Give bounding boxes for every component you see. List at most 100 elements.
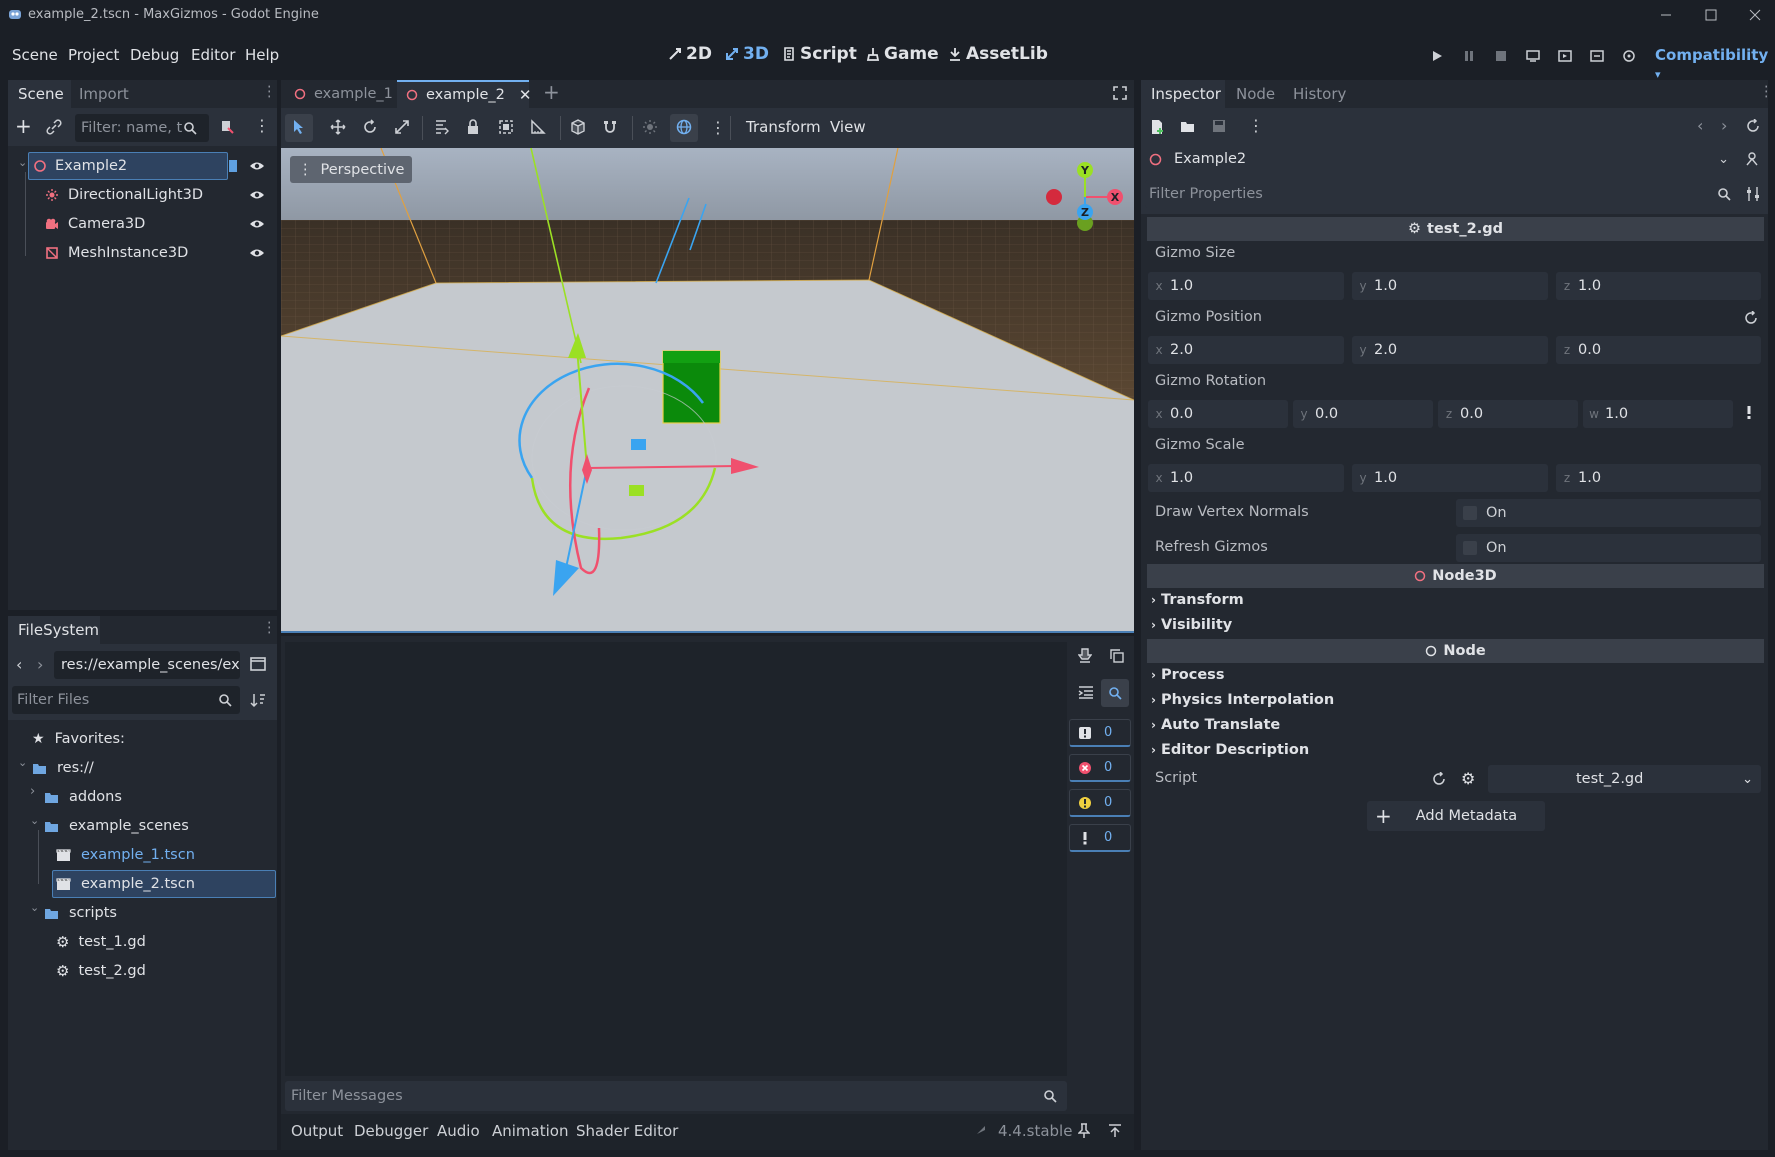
folder-addons[interactable]: addons — [44, 784, 122, 810]
group-auto-translate[interactable]: › Auto Translate — [1151, 717, 1280, 733]
stop-icon[interactable] — [1489, 46, 1513, 66]
gizmo-position-z[interactable]: z 0.0 — [1556, 336, 1761, 364]
forward-icon[interactable]: › — [37, 655, 43, 674]
folder-res[interactable]: res:// — [32, 755, 94, 781]
instantiate-script-icon[interactable] — [219, 119, 235, 135]
group-icon[interactable] — [498, 119, 514, 135]
group-physics-interpolation[interactable]: › Physics Interpolation — [1151, 692, 1334, 708]
draw-vertex-normals-checkbox[interactable] — [1463, 506, 1477, 520]
bottom-tab-audio[interactable]: Audio — [437, 1122, 480, 1140]
movie-maker-icon[interactable] — [1617, 46, 1641, 66]
sun-preview-icon[interactable] — [642, 119, 658, 135]
snap-icon[interactable] — [602, 119, 618, 135]
gizmo-scale-x[interactable]: x 1.0 — [1148, 464, 1344, 492]
file-example-2[interactable]: example_2.tscn — [56, 871, 195, 897]
script-attached-icon[interactable] — [227, 158, 241, 174]
sort-icon[interactable] — [250, 692, 266, 708]
dock-menu-icon[interactable]: ⋮ — [1759, 84, 1774, 100]
back-icon[interactable]: ‹ — [16, 655, 22, 674]
info-icon[interactable] — [1746, 406, 1752, 420]
menu-project[interactable]: Project — [68, 46, 119, 64]
history-forward-icon[interactable]: › — [1721, 116, 1727, 135]
tab-3d[interactable]: 3D — [725, 44, 769, 64]
expand-arrow-icon[interactable]: › — [30, 784, 35, 799]
collapse-arrow-icon[interactable]: ⌄ — [18, 756, 27, 769]
collapse-arrow-icon[interactable]: ⌄ — [30, 814, 39, 827]
bottom-tab-output[interactable]: Output — [291, 1122, 343, 1140]
tree-item-meshinstance3d[interactable]: MeshInstance3D — [45, 240, 188, 266]
filter-properties-input[interactable]: Filter Properties — [1145, 180, 1741, 208]
section-node3d[interactable]: Node3D — [1147, 564, 1764, 588]
gizmo-rotation-w[interactable]: w 1.0 — [1583, 400, 1733, 428]
tab-node[interactable]: Node — [1236, 85, 1275, 103]
perspective-menu[interactable]: ⋮ Perspective — [290, 156, 413, 183]
renderer-select[interactable]: Compatibility ▾ — [1655, 46, 1775, 82]
editor-tab-example-1[interactable]: example_1 — [286, 80, 396, 108]
save-icon[interactable] — [1212, 119, 1226, 133]
visibility-eye-icon[interactable] — [248, 246, 266, 260]
file-test-2[interactable]: ⚙ test_2.gd — [56, 958, 146, 984]
filter-messages-input[interactable]: Filter Messages — [285, 1081, 1067, 1111]
close-tab-icon[interactable]: ✕ — [519, 86, 532, 104]
tab-scene[interactable]: Scene — [18, 85, 64, 103]
viewport-3d[interactable]: Y X Z ⋮ Perspective — [281, 148, 1134, 632]
inspector-more-icon[interactable]: ⋮ — [1248, 116, 1264, 135]
gizmo-size-x[interactable]: x 1.0 — [1148, 272, 1344, 300]
file-example-1[interactable]: example_1.tscn — [56, 842, 195, 868]
favorites-row[interactable]: ★ Favorites: — [32, 726, 125, 752]
list-select-icon[interactable] — [434, 119, 450, 135]
gizmo-size-z[interactable]: z 1.0 — [1556, 272, 1761, 300]
copy-icon[interactable] — [1109, 648, 1125, 664]
open-folder-icon[interactable] — [1180, 120, 1196, 134]
folder-example-scenes[interactable]: example_scenes — [44, 813, 189, 839]
tree-item-example2[interactable]: Example2 — [33, 153, 127, 179]
bottom-tab-shader-editor[interactable]: Shader Editor — [576, 1122, 678, 1140]
visibility-eye-icon[interactable] — [248, 217, 266, 231]
tab-filesystem[interactable]: FileSystem — [18, 621, 99, 639]
tab-2d[interactable]: 2D — [668, 44, 712, 64]
remote-debug-icon[interactable] — [1521, 46, 1545, 66]
section-node[interactable]: Node — [1147, 639, 1764, 663]
filesystem-path-input[interactable]: res://example_scenes/exa — [54, 651, 240, 679]
group-process[interactable]: › Process — [1151, 667, 1224, 683]
filesystem-filter-input[interactable]: Filter Files — [12, 686, 240, 714]
lock-icon[interactable] — [466, 119, 480, 135]
play-icon[interactable] — [1425, 46, 1449, 66]
ruler-icon[interactable] — [530, 119, 546, 135]
bottom-tab-animation[interactable]: Animation — [492, 1122, 568, 1140]
add-node-icon[interactable]: + — [15, 116, 32, 136]
pin-icon[interactable] — [1078, 1123, 1090, 1139]
menu-help[interactable]: Help — [245, 46, 279, 64]
menu-editor[interactable]: Editor — [191, 46, 235, 64]
gizmo-position-y[interactable]: y 2.0 — [1352, 336, 1548, 364]
transform-menu[interactable]: Transform — [746, 118, 821, 136]
scale-mode-icon[interactable] — [394, 119, 410, 135]
distraction-free-icon[interactable] — [1113, 86, 1127, 100]
environment-preview-icon[interactable] — [676, 119, 692, 135]
dock-menu-icon[interactable]: ⋮ — [262, 84, 277, 100]
revert-icon[interactable] — [1744, 311, 1758, 325]
menu-scene[interactable]: Scene — [12, 46, 58, 64]
refresh-gizmos-checkbox[interactable] — [1463, 541, 1477, 555]
select-mode-icon[interactable] — [292, 119, 306, 135]
gizmo-scale-y[interactable]: y 1.0 — [1352, 464, 1548, 492]
gizmo-rotation-x[interactable]: x 0.0 — [1148, 400, 1288, 428]
menu-debug[interactable]: Debug — [130, 46, 179, 64]
close-window-icon[interactable] — [1741, 4, 1769, 26]
viewport-more-icon[interactable]: ⋮ — [710, 118, 726, 137]
history-icon[interactable] — [1746, 119, 1760, 133]
tree-item-camera3d[interactable]: Camera3D — [45, 211, 145, 237]
toggle-split-icon[interactable] — [250, 657, 266, 671]
tab-history[interactable]: History — [1293, 85, 1346, 103]
move-mode-icon[interactable] — [330, 119, 346, 135]
version-label[interactable]: 4.4.stable — [998, 1122, 1072, 1140]
collapse-messages-icon[interactable] — [1078, 685, 1094, 699]
gizmo-rotation-z[interactable]: z 0.0 — [1438, 400, 1578, 428]
tab-game[interactable]: Game — [866, 44, 939, 64]
rotate-mode-icon[interactable] — [362, 119, 378, 135]
gizmo-size-y[interactable]: y 1.0 — [1352, 272, 1548, 300]
scene-filter-input[interactable]: Filter: name, t:t — [75, 114, 209, 142]
collapse-arrow-icon[interactable]: ⌄ — [18, 156, 27, 169]
gizmo-position-x[interactable]: x 2.0 — [1148, 336, 1344, 364]
tab-inspector[interactable]: Inspector — [1151, 85, 1221, 103]
